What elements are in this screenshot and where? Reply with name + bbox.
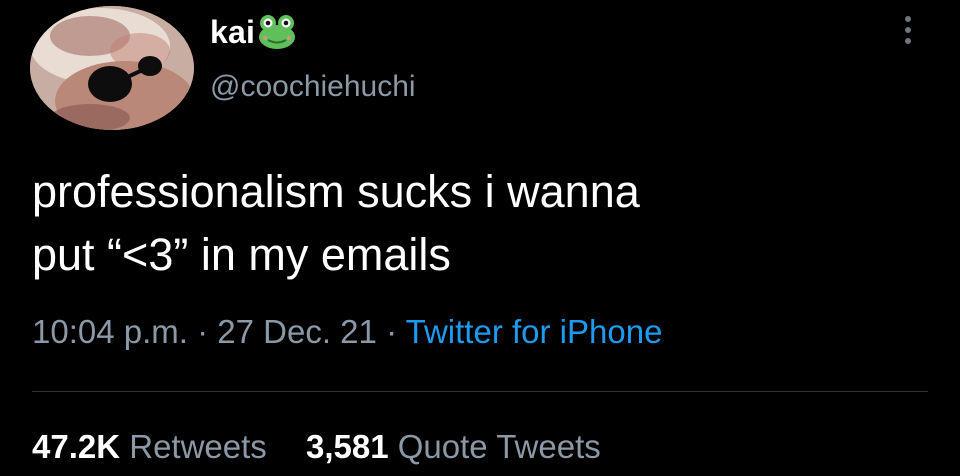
retweets-count: 47.2K — [32, 428, 121, 465]
more-options-dot — [905, 16, 911, 22]
user-name-row: kai — [210, 12, 297, 52]
tweet-stats: 47.2K Retweets 3,581 Quote Tweets — [32, 428, 601, 466]
quote-tweets-label: Quote Tweets — [397, 428, 601, 465]
user-handle[interactable]: @coochiehuchi — [210, 70, 416, 104]
retweets-label: Retweets — [129, 428, 267, 465]
avatar[interactable] — [30, 6, 194, 130]
tweet-source-link[interactable]: Twitter for iPhone — [406, 313, 663, 350]
meta-separator: · — [386, 313, 398, 350]
tweet-date[interactable]: 27 Dec. 21 — [217, 313, 377, 350]
tweet-text-line: professionalism sucks i wanna — [32, 166, 640, 217]
avatar-photo — [30, 6, 194, 130]
tweet-text: professionalism sucks i wanna put “<3” i… — [32, 160, 912, 286]
divider — [32, 391, 928, 392]
more-options-dot — [905, 27, 911, 33]
meta-separator: · — [197, 313, 209, 350]
quote-tweets-count: 3,581 — [305, 428, 389, 465]
more-options-icon[interactable] — [897, 10, 919, 50]
tweet-text-line: put “<3” in my emails — [32, 229, 451, 280]
quote-tweets-stat[interactable]: 3,581 Quote Tweets — [306, 428, 601, 465]
display-name[interactable]: kai — [210, 14, 255, 51]
tweet-meta: 10:04 p.m. · 27 Dec. 21 · Twitter for iP… — [32, 313, 662, 351]
retweets-stat[interactable]: 47.2K Retweets — [32, 428, 267, 465]
frog-icon — [259, 15, 296, 49]
tweet-time[interactable]: 10:04 p.m. — [32, 313, 188, 350]
more-options-dot — [905, 38, 911, 44]
